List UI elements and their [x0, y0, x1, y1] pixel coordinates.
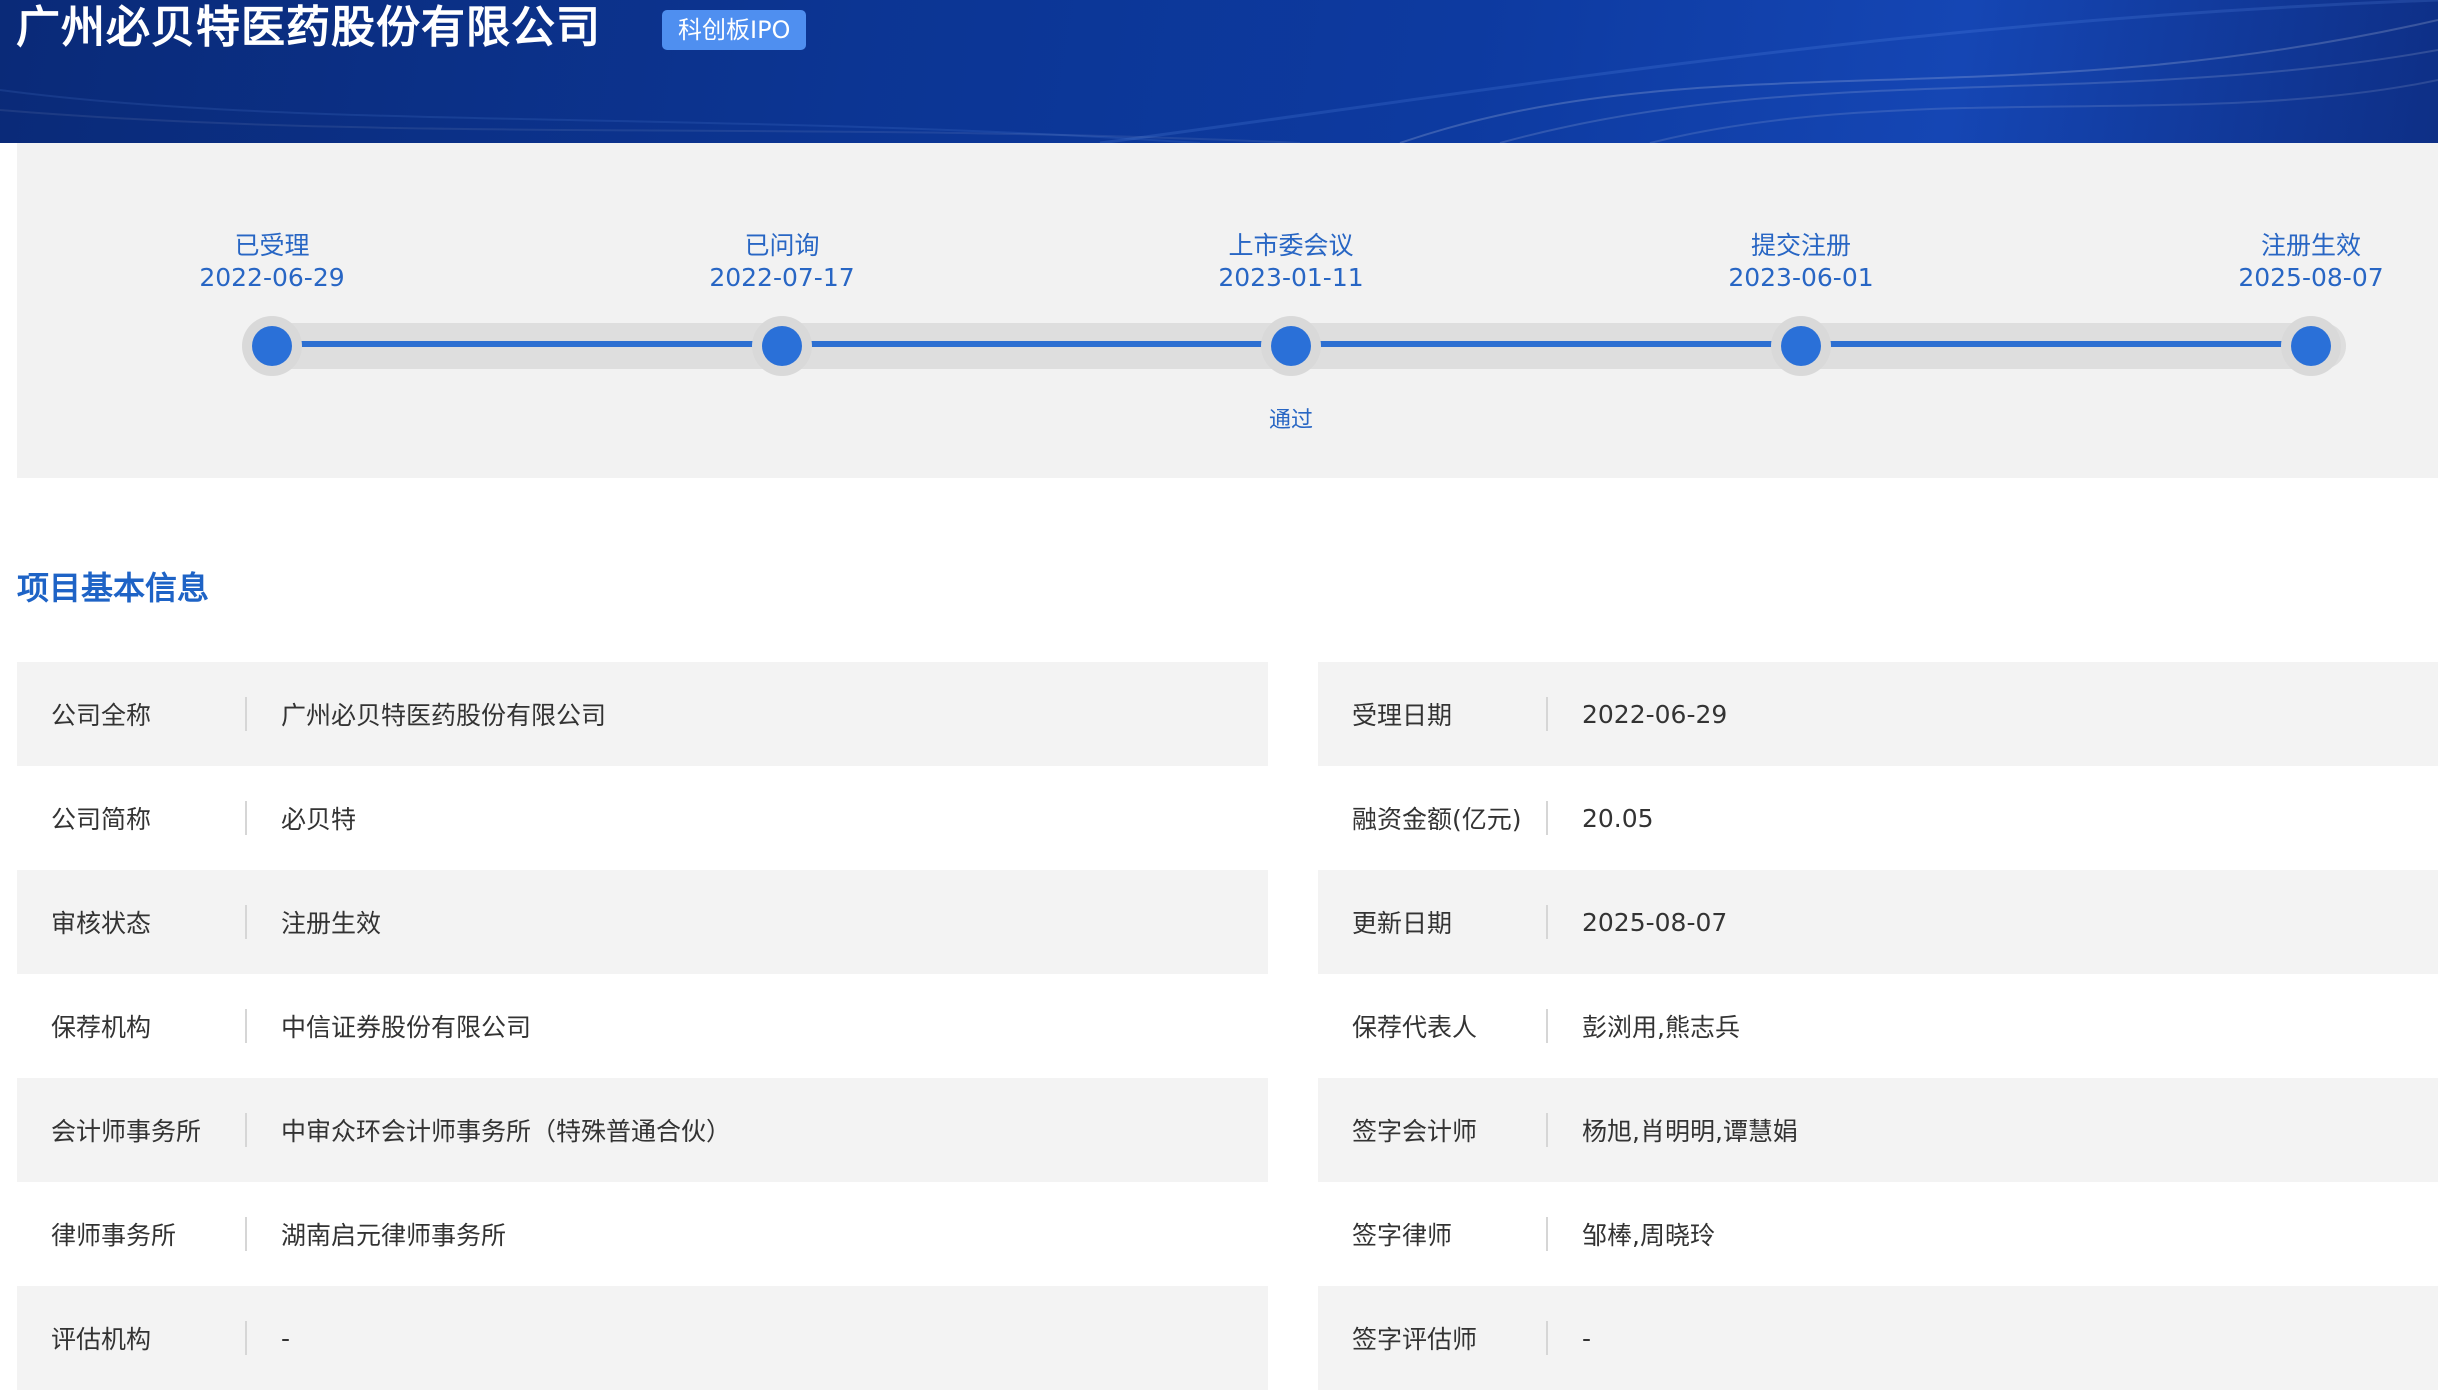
info-label: 保荐代表人 [1352, 1013, 1478, 1042]
step-3-result: 通过 [1268, 408, 1313, 433]
step-label: 提交注册 [1750, 231, 1851, 260]
info-value: 2025-08-07 [1582, 907, 1728, 937]
timeline-step-1: 已受理 2022-06-29 [152, 230, 392, 294]
info-row-sponsor: 保荐机构 中信证券股份有限公司 [17, 974, 1268, 1078]
info-label: 更新日期 [1352, 909, 1453, 938]
timeline-step-2: 已问询 2022-07-17 [662, 230, 902, 294]
info-value: 2022-06-29 [1582, 699, 1728, 729]
step-node-5 [2291, 326, 2331, 366]
board-badge: 科创板IPO [662, 10, 807, 50]
timeline-step-3: 上市委会议 2023-01-11 [1171, 230, 1411, 294]
step-date: 2023-01-11 [1218, 263, 1364, 292]
info-row-signing-appraisers: 签字评估师 - [1318, 1286, 2438, 1390]
info-row-accounting-firm: 会计师事务所 中审众环会计师事务所（特殊普通合伙） [17, 1078, 1268, 1182]
info-value: 中审众环会计师事务所（特殊普通合伙） [281, 1117, 732, 1146]
info-label: 保荐机构 [51, 1013, 152, 1042]
timeline-step-4: 提交注册 2023-06-01 [1681, 230, 1921, 294]
info-row-signing-lawyers: 签字律师 邹棒,周晓玲 [1318, 1182, 2438, 1286]
info-divider [245, 1009, 247, 1043]
info-label: 签字律师 [1352, 1221, 1453, 1250]
section-title: 项目基本信息 [17, 569, 210, 607]
step-node-1 [252, 326, 292, 366]
info-divider [245, 1321, 247, 1355]
info-value: 中信证券股份有限公司 [281, 1013, 532, 1042]
info-row-review-status: 审核状态 注册生效 [17, 870, 1268, 974]
step-label: 上市委会议 [1228, 231, 1354, 260]
info-label: 公司全称 [51, 701, 152, 730]
info-value: - [1582, 1323, 1592, 1353]
info-row-financing-amount: 融资金额(亿元) 20.05 [1318, 766, 2438, 870]
info-label: 律师事务所 [51, 1221, 177, 1250]
info-label: 公司简称 [51, 805, 152, 834]
info-row-company-full-name: 公司全称 广州必贝特医药股份有限公司 [17, 662, 1268, 766]
company-title: 广州必贝特医药股份有限公司 [16, 2, 601, 53]
info-value: 必贝特 [281, 805, 357, 834]
info-label: 评估机构 [51, 1325, 152, 1354]
info-divider [245, 1217, 247, 1251]
info-divider [1546, 1009, 1548, 1043]
info-value: 彭浏用,熊志兵 [1582, 1013, 1740, 1042]
info-value: 广州必贝特医药股份有限公司 [281, 701, 607, 730]
info-divider [1546, 905, 1548, 939]
info-value: 20.05 [1582, 803, 1654, 833]
info-label: 签字会计师 [1352, 1117, 1478, 1146]
info-divider [1546, 1321, 1548, 1355]
step-node-4 [1781, 326, 1821, 366]
info-divider [1546, 1113, 1548, 1147]
info-label: 融资金额(亿元) [1352, 805, 1522, 834]
info-value: 注册生效 [281, 909, 382, 938]
info-label: 受理日期 [1352, 701, 1453, 730]
info-divider [1546, 801, 1548, 835]
step-label: 已受理 [234, 231, 310, 260]
info-value: - [281, 1323, 291, 1353]
info-label: 签字评估师 [1352, 1325, 1478, 1354]
info-label: 会计师事务所 [51, 1117, 202, 1146]
step-date: 2022-06-29 [199, 263, 345, 292]
info-value: 杨旭,肖明明,谭慧娟 [1582, 1117, 1798, 1146]
info-row-update-date: 更新日期 2025-08-07 [1318, 870, 2438, 974]
info-value: 湖南启元律师事务所 [281, 1221, 507, 1250]
info-divider [1546, 1217, 1548, 1251]
step-date: 2025-08-07 [2238, 263, 2384, 292]
info-divider [245, 697, 247, 731]
info-value: 邹棒,周晓玲 [1582, 1221, 1715, 1250]
timeline-step-5: 注册生效 2025-08-07 [2191, 230, 2431, 294]
info-row-company-short-name: 公司简称 必贝特 [17, 766, 1268, 870]
info-divider [245, 905, 247, 939]
step-node-2 [762, 326, 802, 366]
info-row-appraisal-firm: 评估机构 - [17, 1286, 1268, 1390]
info-row-signing-accountants: 签字会计师 杨旭,肖明明,谭慧娟 [1318, 1078, 2438, 1182]
info-divider [1546, 697, 1548, 731]
info-divider [245, 801, 247, 835]
header-banner: 广州必贝特医药股份有限公司 科创板IPO [0, 0, 2438, 143]
step-node-3 [1271, 326, 1311, 366]
step-date: 2022-07-17 [709, 263, 855, 292]
step-label: 注册生效 [2260, 231, 2361, 260]
info-row-sponsor-representatives: 保荐代表人 彭浏用,熊志兵 [1318, 974, 2438, 1078]
info-divider [245, 1113, 247, 1147]
info-row-accept-date: 受理日期 2022-06-29 [1318, 662, 2438, 766]
info-row-law-firm: 律师事务所 湖南启元律师事务所 [17, 1182, 1268, 1286]
step-date: 2023-06-01 [1728, 263, 1874, 292]
info-label: 审核状态 [51, 909, 152, 938]
step-label: 已问询 [744, 231, 820, 260]
